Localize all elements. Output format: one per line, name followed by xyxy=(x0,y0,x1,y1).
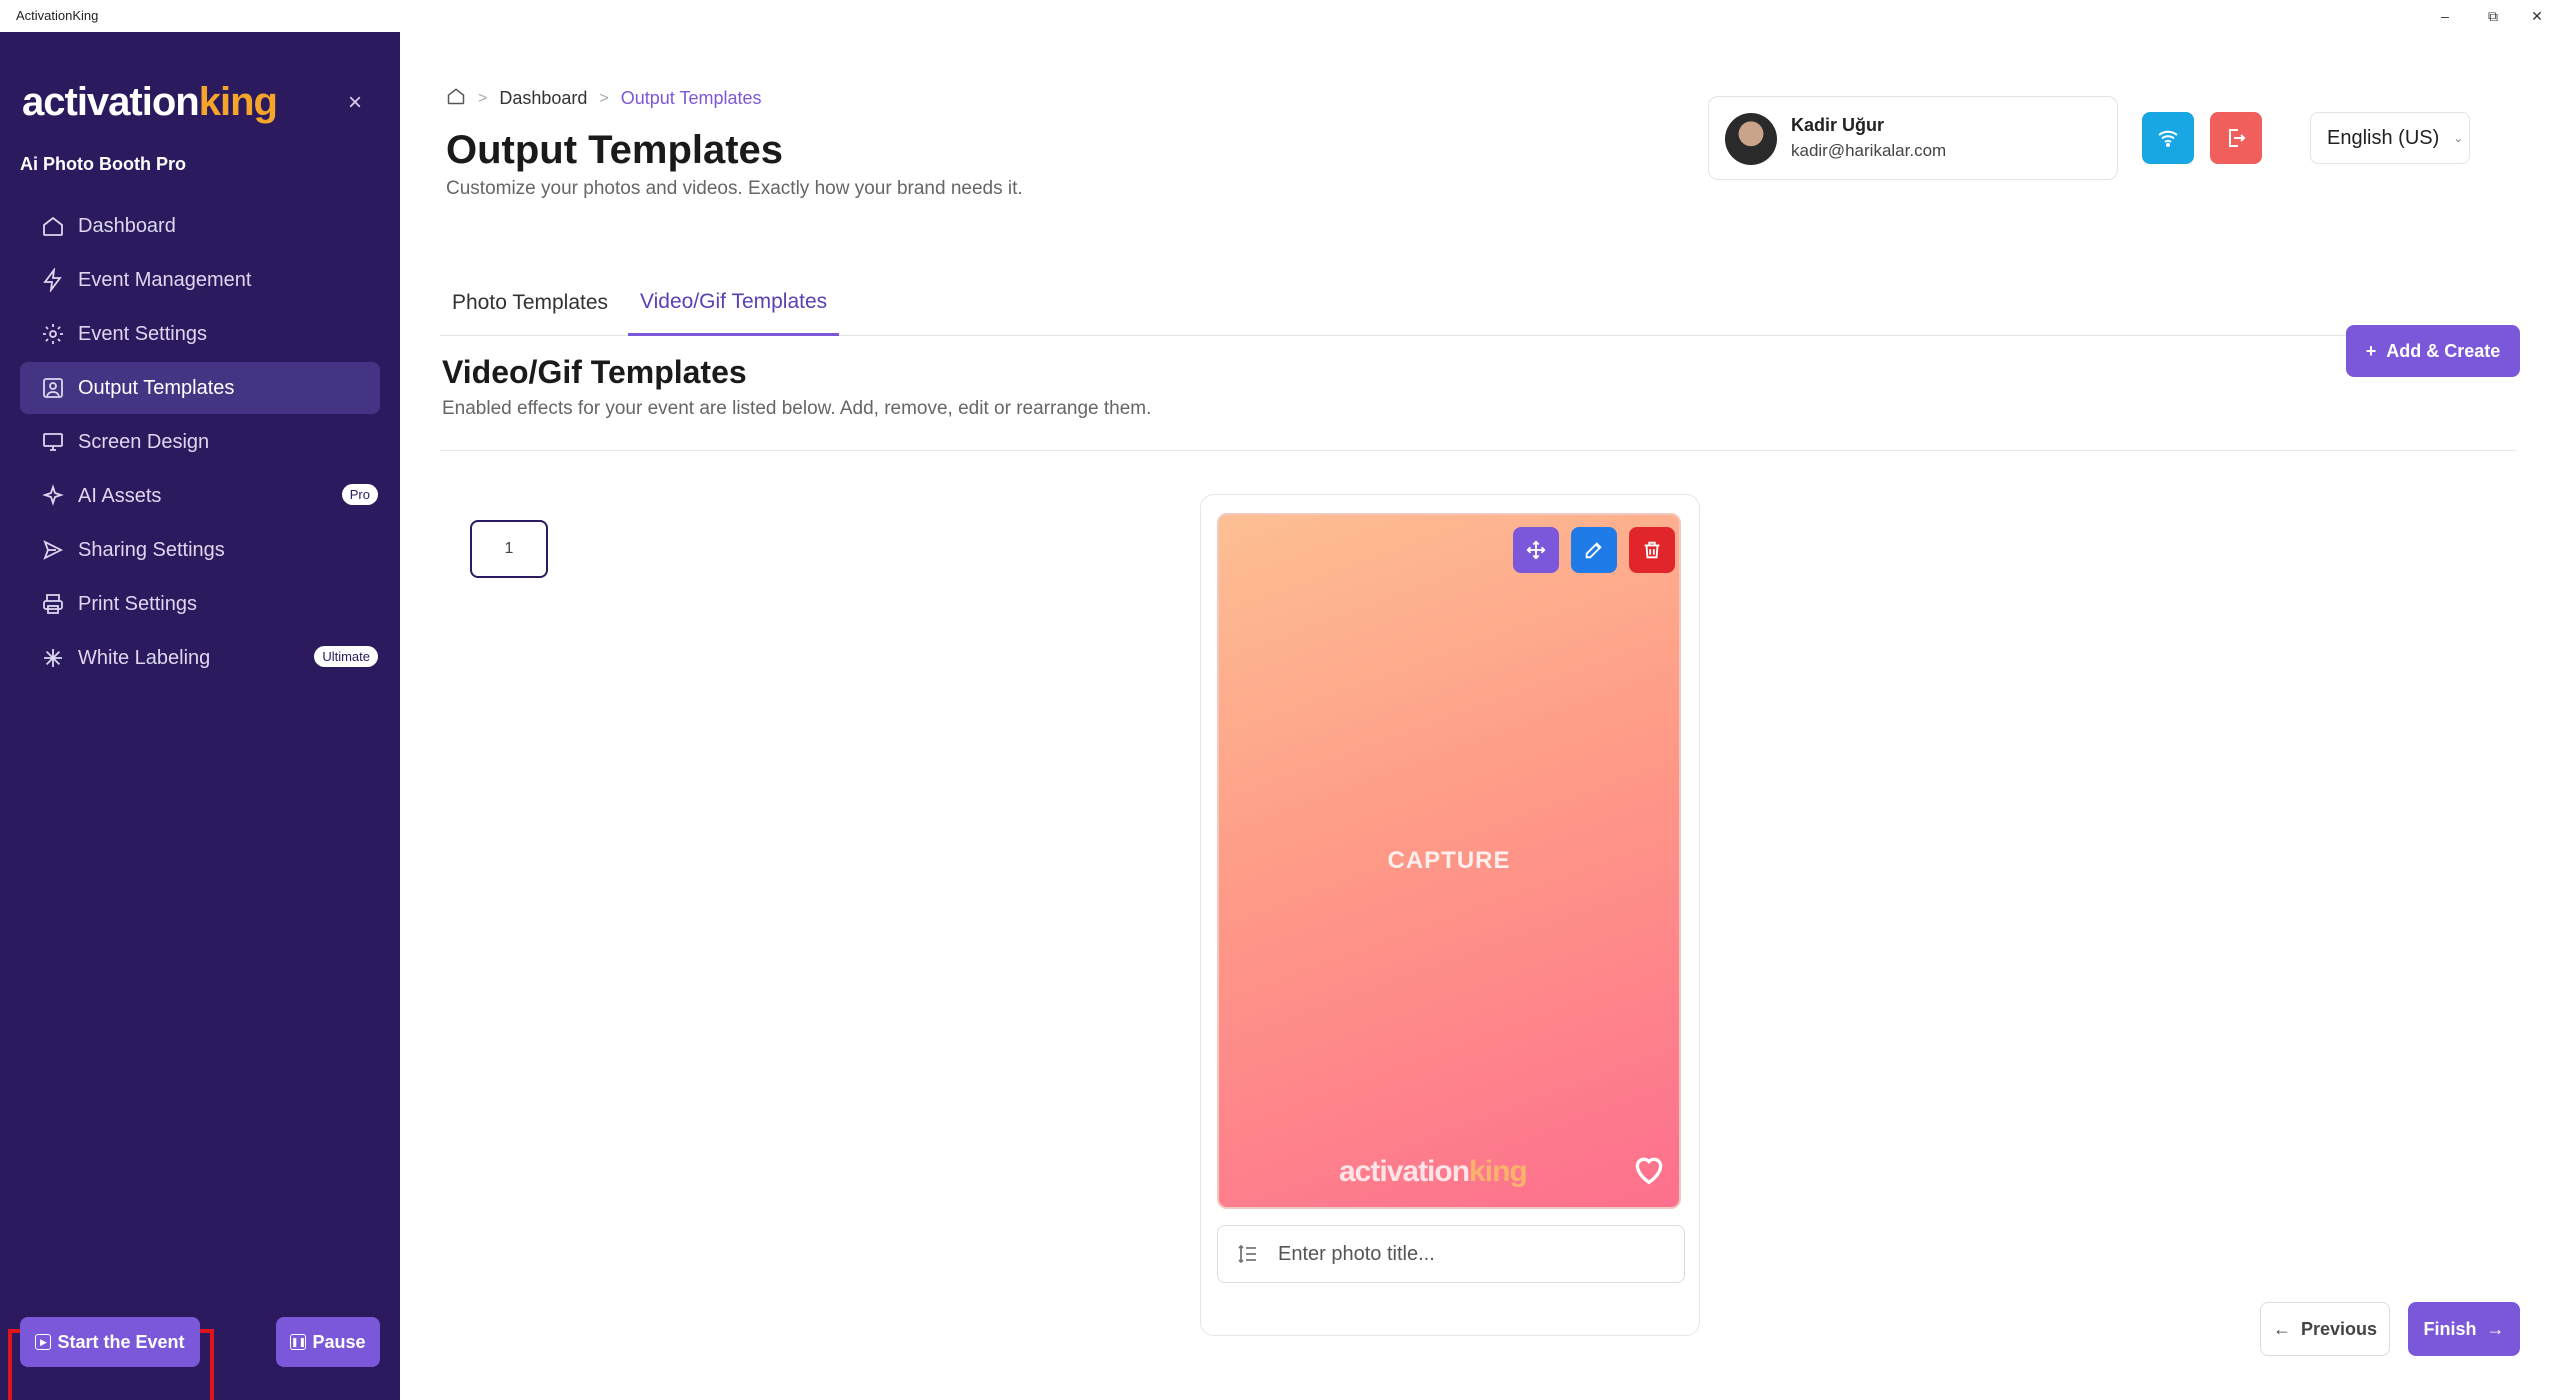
breadcrumb: > Dashboard > Output Templates xyxy=(446,86,762,111)
arrow-left-icon: ← xyxy=(2272,1318,2291,1339)
sidebar-item-label: Dashboard xyxy=(78,214,176,237)
move-icon xyxy=(1526,540,1546,560)
template-index[interactable]: 1 xyxy=(470,520,548,578)
sidebar-item-sharing-settings[interactable]: Sharing Settings xyxy=(20,524,380,576)
language-value: English (US) xyxy=(2327,126,2440,149)
sidebar-nav: Dashboard Event Management Event Setting… xyxy=(20,200,380,686)
heart-icon[interactable] xyxy=(1629,1149,1669,1189)
sidebar-item-label: Output Templates xyxy=(78,376,235,399)
sparkle-icon xyxy=(40,483,66,509)
gear-icon xyxy=(40,321,66,347)
plus-icon: + xyxy=(2365,340,2377,361)
sidebar-item-label: Sharing Settings xyxy=(78,538,225,561)
finish-button[interactable]: Finish → xyxy=(2408,1302,2520,1356)
product-name: Ai Photo Booth Pro xyxy=(20,154,186,174)
language-select[interactable]: English (US) ⌄ xyxy=(2310,112,2470,164)
start-event-button[interactable]: ▶ Start the Event xyxy=(20,1317,200,1367)
template-tabs: Photo Templates Video/Gif Templates xyxy=(440,270,2516,336)
preview-label: CAPTURE xyxy=(1387,847,1511,874)
arrow-right-icon: → xyxy=(2486,1318,2505,1339)
sidebar-item-event-management[interactable]: Event Management xyxy=(20,254,380,306)
section-title: Video/Gif Templates xyxy=(442,354,747,390)
delete-button[interactable] xyxy=(1629,527,1675,573)
sort-icon xyxy=(1218,1242,1278,1266)
sidebar: activationking × Ai Photo Booth Pro Dash… xyxy=(0,32,400,1400)
ultimate-badge: Ultimate xyxy=(314,646,378,667)
sidebar-item-event-settings[interactable]: Event Settings xyxy=(20,308,380,360)
tab-video-gif-templates[interactable]: Video/Gif Templates xyxy=(628,270,840,336)
chevron-down-icon: ⌄ xyxy=(2453,131,2464,145)
asterisk-icon xyxy=(40,645,66,671)
sidebar-item-label: Event Settings xyxy=(78,322,207,345)
close-window-button[interactable]: ✕ xyxy=(2514,4,2560,28)
edit-button[interactable] xyxy=(1571,527,1617,573)
preview-logo: activationking xyxy=(1339,1155,1528,1188)
template-preview[interactable]: CAPTURE activationking xyxy=(1217,513,1681,1209)
sidebar-item-output-templates[interactable]: Output Templates xyxy=(20,362,380,414)
bolt-icon xyxy=(40,267,66,293)
user-name: Kadir Uğur xyxy=(1791,115,1885,135)
add-create-button[interactable]: + Add & Create xyxy=(2346,325,2520,377)
section-subtitle: Enabled effects for your event are liste… xyxy=(442,398,1152,419)
sidebar-item-label: White Labeling xyxy=(78,646,211,669)
pause-icon: ❚❚ xyxy=(290,1334,307,1350)
user-email: kadir@harikalar.com xyxy=(1791,141,1947,160)
window-title: ActivationKing xyxy=(16,8,99,23)
pro-badge: Pro xyxy=(341,484,378,505)
minimize-button[interactable]: – xyxy=(2422,4,2468,28)
restore-button[interactable]: ⧉ xyxy=(2470,4,2516,28)
breadcrumb-separator: > xyxy=(478,89,488,107)
sidebar-item-label: Print Settings xyxy=(78,592,197,615)
wifi-button[interactable] xyxy=(2142,112,2194,164)
logout-icon xyxy=(2229,129,2246,147)
breadcrumb-separator: > xyxy=(599,89,609,107)
sidebar-item-label: Event Management xyxy=(78,268,252,291)
breadcrumb-dashboard[interactable]: Dashboard xyxy=(499,88,587,109)
close-icon[interactable]: × xyxy=(340,88,370,118)
divider xyxy=(440,450,2516,451)
monitor-icon xyxy=(40,429,66,455)
sidebar-item-dashboard[interactable]: Dashboard xyxy=(20,200,380,252)
photo-title-input[interactable] xyxy=(1278,1242,1658,1266)
template-card: CAPTURE activationking xyxy=(1200,494,1700,1336)
move-button[interactable] xyxy=(1513,527,1559,573)
breadcrumb-output-templates: Output Templates xyxy=(620,88,762,108)
pause-button[interactable]: ❚❚ Pause xyxy=(276,1317,380,1367)
wifi-icon xyxy=(2158,130,2178,147)
sidebar-item-white-labeling[interactable]: White Labeling Ultimate xyxy=(20,632,380,684)
share-icon xyxy=(40,537,66,563)
main-content: > Dashboard > Output Templates Output Te… xyxy=(400,32,2560,1400)
previous-button[interactable]: ← Previous xyxy=(2260,1302,2390,1356)
home-icon xyxy=(40,213,66,239)
sidebar-item-ai-assets[interactable]: AI Assets Pro xyxy=(20,470,380,522)
sidebar-item-label: AI Assets xyxy=(78,484,162,507)
tab-photo-templates[interactable]: Photo Templates xyxy=(440,270,620,336)
avatar xyxy=(1725,113,1777,165)
printer-icon xyxy=(40,591,66,617)
trash-icon xyxy=(1644,541,1660,559)
sidebar-item-print-settings[interactable]: Print Settings xyxy=(20,578,380,630)
home-icon[interactable] xyxy=(446,86,466,111)
user-card[interactable]: Kadir Uğur kadir@harikalar.com xyxy=(1708,96,2118,180)
photo-title-field[interactable] xyxy=(1217,1225,1685,1283)
sidebar-item-screen-design[interactable]: Screen Design xyxy=(20,416,380,468)
page-title: Output Templates xyxy=(446,128,784,172)
portrait-icon xyxy=(40,375,66,401)
logout-button[interactable] xyxy=(2210,112,2262,164)
activationking-logo: activationking xyxy=(22,80,278,124)
window-titlebar: ActivationKing – ⧉ ✕ xyxy=(0,0,2560,32)
page-subtitle: Customize your photos and videos. Exactl… xyxy=(446,178,1023,199)
edit-icon xyxy=(1585,542,1602,559)
sidebar-item-label: Screen Design xyxy=(78,430,210,453)
play-icon: ▶ xyxy=(35,1334,52,1350)
